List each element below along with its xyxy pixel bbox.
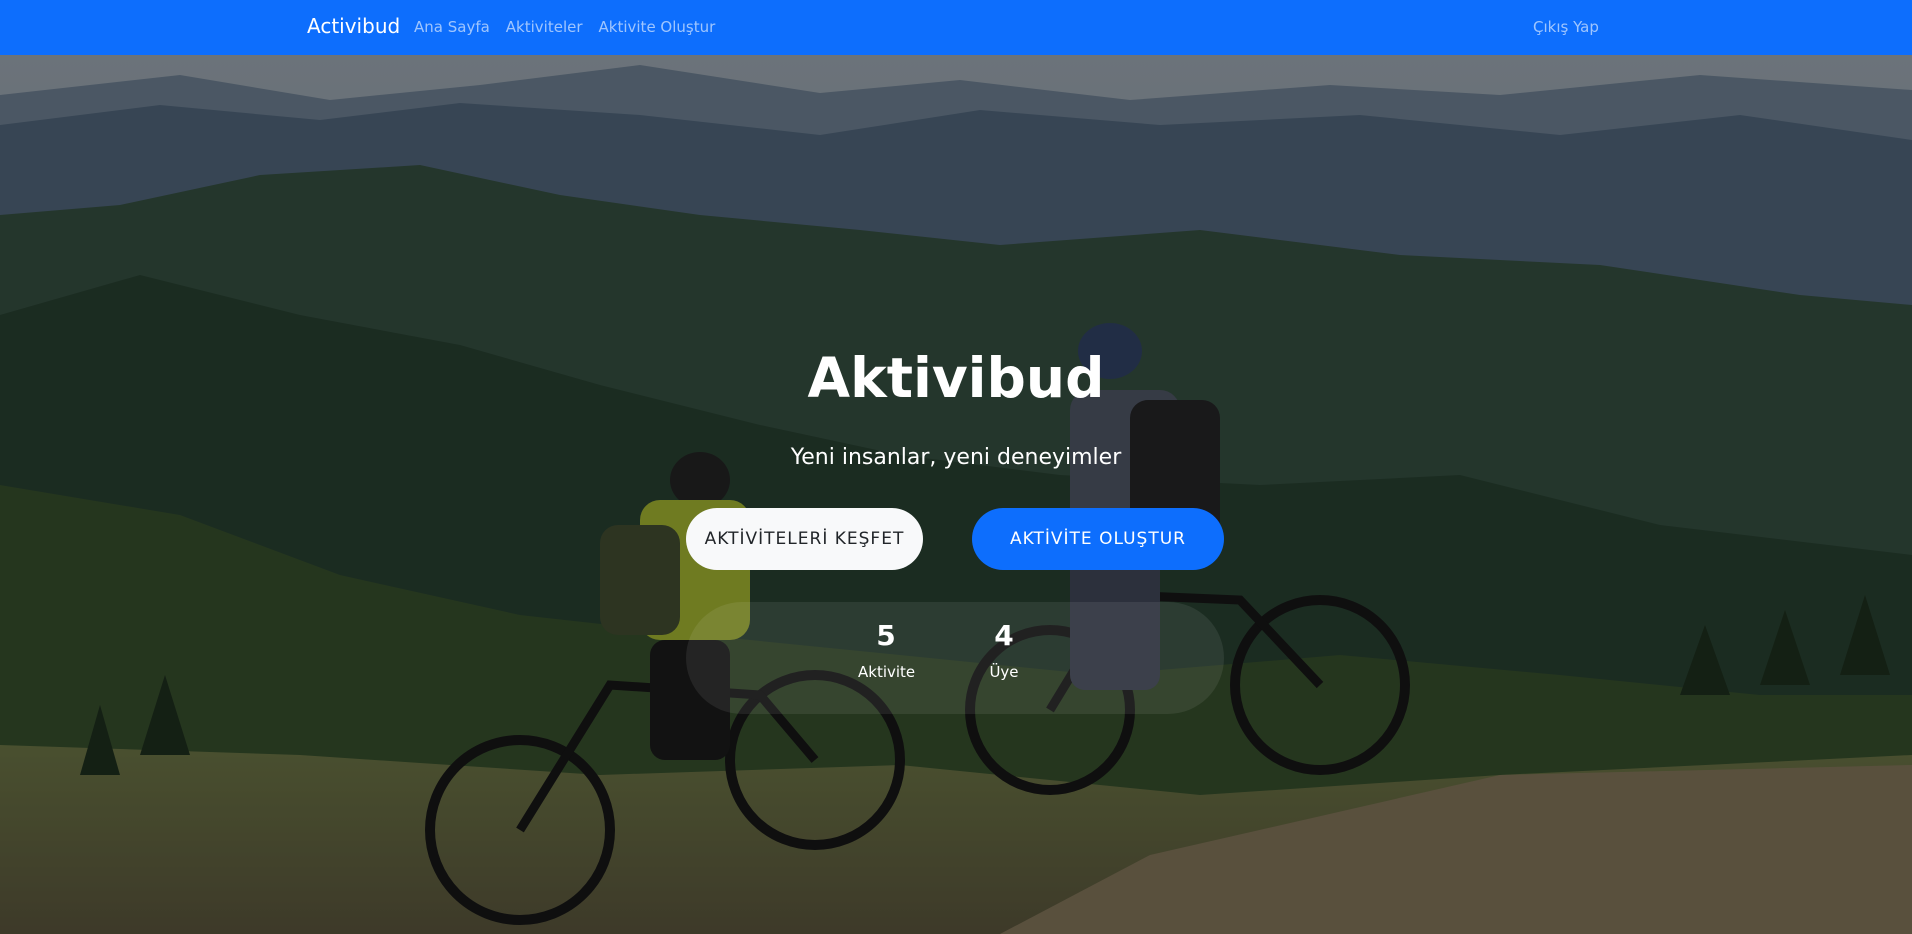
nav-link-create-activity[interactable]: Aktivite Oluştur	[599, 18, 716, 36]
nav-link-activities[interactable]: Aktiviteler	[506, 18, 583, 36]
stat-members-value: 4	[994, 619, 1014, 652]
hero-content: Aktivibud Yeni insanlar, yeni deneyimler…	[0, 55, 1912, 934]
navbar: Activibud Ana Sayfa Aktiviteler Aktivite…	[0, 0, 1912, 55]
stat-members: 4 Üye	[986, 620, 1022, 682]
create-activity-button[interactable]: AKTİVİTE OLUŞTUR	[972, 508, 1224, 570]
hero-subtitle: Yeni insanlar, yeni deneyimler	[790, 445, 1122, 470]
nav-link-home[interactable]: Ana Sayfa	[414, 18, 490, 36]
stat-members-label: Üye	[989, 663, 1019, 681]
brand-link[interactable]: Activibud	[307, 14, 400, 38]
stat-activities-label: Aktivite	[858, 663, 916, 681]
stat-activities-value: 5	[876, 619, 896, 652]
hero-title: Aktivibud	[807, 346, 1105, 410]
stat-activities: 5 Aktivite	[858, 619, 916, 682]
hero-section: Aktivibud Yeni insanlar, yeni deneyimler…	[0, 55, 1912, 934]
stats-panel: 5 Aktivite 4 Üye	[686, 602, 1224, 714]
nav-links: Ana Sayfa Aktiviteler Aktivite Oluştur	[414, 18, 715, 36]
explore-activities-button[interactable]: AKTİVİTELERİ KEŞFET	[686, 508, 923, 570]
logout-link[interactable]: Çıkış Yap	[1533, 18, 1599, 36]
